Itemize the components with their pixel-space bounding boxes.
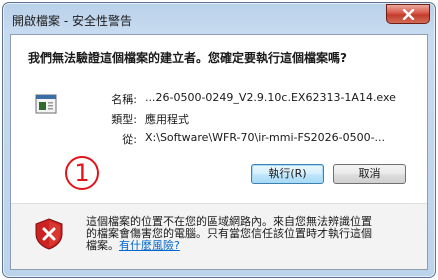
close-button[interactable] — [386, 4, 430, 24]
name-label: 名稱: — [111, 93, 137, 106]
divider — [11, 203, 427, 204]
security-shield-icon — [35, 218, 63, 250]
application-file-icon — [35, 94, 57, 114]
dialog-body: 我們無法驗證這個檔案的建立者。您確定要執行這個檔案嗎? 名稱: ...26-05… — [10, 34, 428, 270]
close-icon — [402, 9, 415, 20]
window-title: 開啟檔案 - 安全性警告 — [12, 14, 132, 28]
warning-message: 這個檔案的位置不在您的區域網路內。來自您無法辨識位置 的檔案會傷害您的電腦。只有… — [86, 216, 416, 252]
risk-help-link[interactable]: 有什麼風險? — [119, 239, 180, 252]
title-bar[interactable]: 開啟檔案 - 安全性警告 — [3, 3, 435, 35]
warning-line-3-text: 檔案。 — [86, 239, 119, 252]
file-type-value: 應用程式 — [145, 113, 189, 126]
run-button[interactable]: 執行(R) — [251, 164, 324, 184]
main-panel: 我們無法驗證這個檔案的建立者。您確定要執行這個檔案嗎? 名稱: ...26-05… — [11, 35, 427, 203]
file-name-value: ...26-0500-0249_V2.9.10c.EX62313-1A14.ex… — [145, 91, 396, 104]
dialog-heading: 我們無法驗證這個檔案的建立者。您確定要執行這個檔案嗎? — [28, 51, 347, 65]
cancel-button[interactable]: 取消 — [333, 164, 406, 184]
file-path-value: X:\Software\WFR-70\ir-mmi-FS2026-0500-..… — [145, 131, 386, 144]
annotation-marker: 1 — [65, 156, 99, 190]
type-label: 類型: — [111, 113, 137, 126]
security-warning-dialog: 開啟檔案 - 安全性警告 我們無法驗證這個檔案的建立者。您確定要執行這個檔案嗎?… — [2, 2, 436, 278]
warning-line-3: 檔案。有什麼風險? — [86, 240, 416, 252]
from-label: 從: — [122, 133, 137, 146]
